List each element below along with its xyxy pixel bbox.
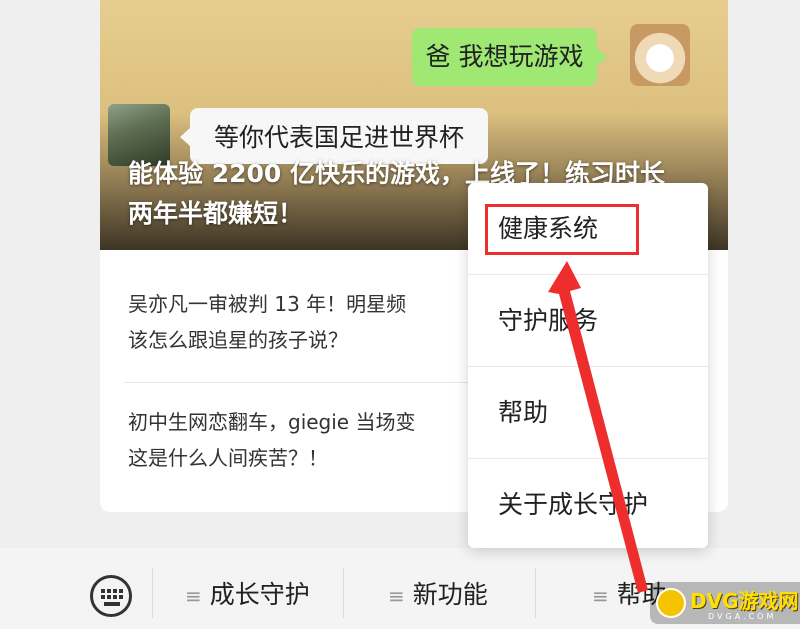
watermark-domain: DVGA.COM [708, 612, 777, 621]
watermark-brand: DVG游戏网 [690, 589, 799, 613]
arrow-shape [548, 261, 648, 593]
annotation-arrow [548, 261, 648, 593]
gamepad-icon [656, 588, 686, 618]
watermark-logo: DVG游戏网 DVGA.COM [650, 582, 800, 624]
